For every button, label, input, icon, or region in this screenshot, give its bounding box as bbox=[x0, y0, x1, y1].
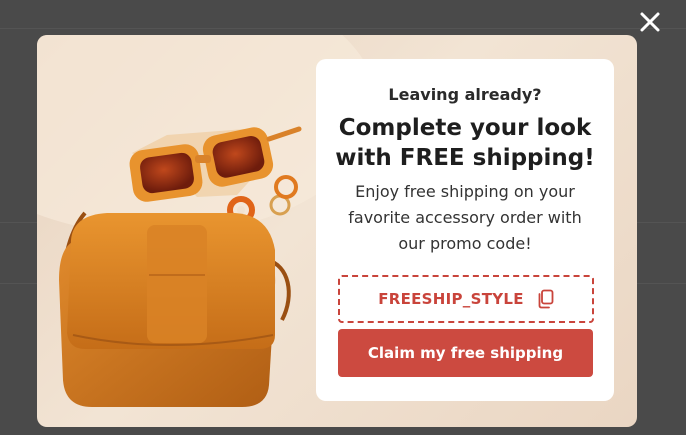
promo-code-copy-button[interactable]: FREESHIP_STYLE bbox=[338, 275, 594, 323]
background-divider bbox=[0, 28, 686, 29]
offer-card: Leaving already? Complete your look with… bbox=[316, 59, 614, 401]
close-icon bbox=[640, 12, 660, 32]
popup-headline: Complete your look with FREE shipping! bbox=[335, 115, 595, 171]
exit-intent-popup: Leaving already? Complete your look with… bbox=[37, 35, 637, 427]
copy-icon bbox=[538, 289, 554, 309]
handbag-illustration bbox=[59, 213, 276, 407]
popup-description: Enjoy free shipping on your favorite acc… bbox=[348, 182, 582, 253]
popup-kicker: Leaving already? bbox=[388, 85, 542, 104]
promo-code-text: FREESHIP_STYLE bbox=[378, 290, 524, 308]
close-button[interactable] bbox=[636, 8, 664, 36]
claim-free-shipping-button[interactable]: Claim my free shipping bbox=[338, 329, 593, 377]
